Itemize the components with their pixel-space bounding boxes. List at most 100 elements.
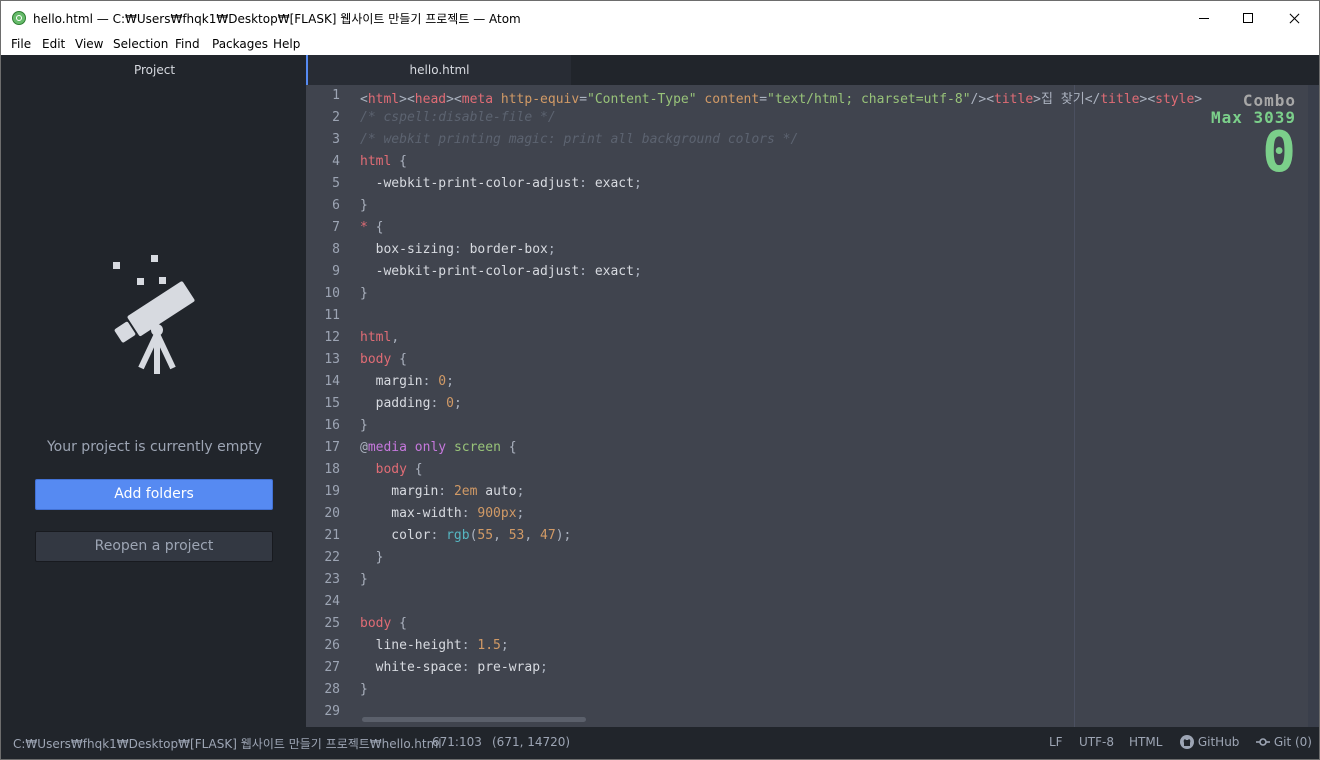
code-line[interactable]: margin: 2em auto;	[360, 484, 524, 499]
code-line[interactable]: -webkit-print-color-adjust: exact;	[360, 176, 642, 191]
maximize-button[interactable]	[1225, 1, 1271, 35]
code-line[interactable]: padding: 0;	[360, 396, 462, 411]
line-number: 22	[324, 550, 340, 565]
code-token: ;	[540, 660, 548, 675]
status-line-ending[interactable]: LF	[1049, 735, 1063, 749]
code-line[interactable]: body {	[360, 352, 407, 367]
status-grammar[interactable]: HTML	[1129, 735, 1162, 749]
status-cursor-position[interactable]: 671:103	[432, 735, 482, 749]
code-line[interactable]: <html><head><meta http-equiv="Content-Ty…	[360, 88, 1202, 107]
code-line[interactable]: white-space: pre-wrap;	[360, 660, 548, 675]
code-token: "Content-Type"	[587, 92, 697, 107]
code-token: rgb	[446, 528, 470, 543]
code-token: ,	[524, 528, 541, 543]
code-token: auto	[485, 484, 517, 499]
status-encoding[interactable]: UTF-8	[1079, 735, 1114, 749]
code-token: *	[360, 220, 368, 235]
code-token: ;	[500, 638, 509, 653]
code-token: meta	[461, 92, 494, 107]
code-token: {	[367, 220, 384, 235]
code-token: 0	[446, 396, 454, 411]
code-token: content	[704, 92, 760, 107]
code-token: ><	[1139, 92, 1156, 107]
code-line[interactable]: /* webkit printing magic: print all back…	[360, 132, 798, 147]
tab-hello-html[interactable]: hello.html	[306, 55, 571, 85]
code-token: =	[579, 92, 588, 107]
code-line[interactable]: }	[360, 550, 384, 565]
code-line[interactable]: html,	[360, 330, 399, 345]
reopen-project-button[interactable]: Reopen a project	[35, 531, 273, 562]
code-line[interactable]: body {	[360, 616, 407, 631]
menu-bar: File Edit View Selection Find Packages H…	[1, 35, 1319, 55]
line-number: 20	[324, 506, 340, 521]
line-number: 13	[324, 352, 340, 367]
status-git[interactable]: Git (0)	[1256, 735, 1312, 749]
menu-packages[interactable]: Packages	[212, 37, 268, 51]
code-line[interactable]: }	[360, 198, 368, 213]
code-token: }	[360, 572, 368, 587]
code-line[interactable]: line-height: 1.5;	[360, 638, 509, 653]
code-line[interactable]: }	[360, 682, 368, 697]
code-token: :	[438, 484, 454, 499]
code-token: title	[994, 92, 1034, 107]
code-token: =	[759, 92, 768, 107]
code-line[interactable]: }	[360, 286, 368, 301]
menu-file[interactable]: File	[11, 37, 31, 51]
code-token: ,	[391, 330, 400, 345]
add-folders-button[interactable]: Add folders	[35, 479, 273, 510]
line-number: 2	[332, 110, 340, 125]
code-line[interactable]: @media only screen {	[360, 440, 517, 455]
project-panel-header[interactable]: Project	[3, 55, 306, 85]
code-line[interactable]: * {	[360, 220, 383, 235]
menu-selection[interactable]: Selection	[113, 37, 168, 51]
horizontal-scrollbar[interactable]	[362, 717, 586, 722]
code-line[interactable]: color: rgb(55, 53, 47);	[360, 528, 571, 543]
code-token: @	[360, 440, 368, 455]
code-token: /* cspell:disable-file */	[360, 110, 556, 125]
wrap-guide	[1074, 85, 1075, 727]
code-token: padding	[360, 396, 431, 411]
close-button[interactable]	[1271, 1, 1317, 35]
code-token: ;	[633, 264, 642, 279]
code-area[interactable]: <html><head><meta http-equiv="Content-Ty…	[360, 85, 1308, 727]
minimize-button[interactable]	[1181, 1, 1227, 35]
code-token: :	[453, 242, 470, 257]
code-token: only	[414, 440, 447, 455]
line-number: 9	[332, 264, 340, 279]
vertical-scrollbar[interactable]	[1308, 85, 1319, 727]
line-number: 12	[324, 330, 340, 345]
line-number: 5	[332, 176, 340, 191]
code-line[interactable]: }	[360, 572, 368, 587]
code-token: media	[367, 440, 407, 455]
code-token: body	[360, 616, 392, 631]
maximize-icon	[1243, 13, 1253, 23]
line-number: 18	[324, 462, 340, 477]
menu-help[interactable]: Help	[273, 37, 300, 51]
text-editor[interactable]: 1 2 3 4 5 6 7 8 9 10 11 12 13 14 15 16 17 18 19 20 21 22 23 24 2…	[306, 85, 1308, 727]
line-number: 24	[324, 594, 340, 609]
code-line[interactable]: margin: 0;	[360, 374, 454, 389]
code-line[interactable]: body {	[360, 462, 423, 477]
github-icon	[1180, 735, 1194, 749]
code-token: 0	[438, 374, 447, 389]
atom-icon	[12, 11, 26, 25]
status-github[interactable]: GitHub	[1180, 735, 1239, 749]
menu-view[interactable]: View	[75, 37, 103, 51]
code-token: :	[422, 374, 439, 389]
menu-find[interactable]: Find	[175, 37, 200, 51]
code-line[interactable]: html {	[360, 154, 407, 169]
code-line[interactable]: -webkit-print-color-adjust: exact;	[360, 264, 642, 279]
line-number: 29	[324, 704, 340, 719]
code-token: /><	[970, 92, 995, 107]
code-token: ;	[547, 242, 556, 257]
code-line[interactable]: box-sizing: border-box;	[360, 242, 556, 257]
menu-edit[interactable]: Edit	[42, 37, 65, 51]
code-line[interactable]: }	[360, 418, 368, 433]
code-token: max-width	[360, 506, 462, 521]
code-line[interactable]: /* cspell:disable-file */	[360, 110, 556, 125]
status-file-path[interactable]: C:₩Users₩fhqk1₩Desktop₩[FLASK] 웹사이트 만들기 …	[13, 735, 442, 752]
code-line[interactable]: max-width: 900px;	[360, 506, 524, 521]
workspace: Project Your project is currently empty …	[1, 55, 1319, 727]
